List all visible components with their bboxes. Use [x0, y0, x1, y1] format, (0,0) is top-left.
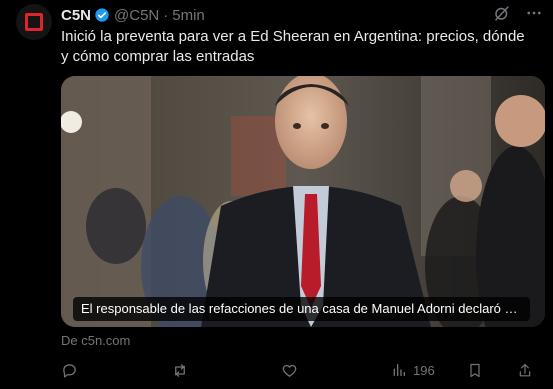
- views-count: 196: [413, 362, 435, 378]
- author-name[interactable]: C5N: [61, 7, 91, 24]
- verified-badge-icon: [94, 7, 110, 23]
- tweet-text: Inició la preventa para ver a Ed Sheeran…: [61, 28, 525, 65]
- tweet-time[interactable]: 5min: [172, 7, 205, 24]
- reply-button[interactable]: [61, 362, 78, 379]
- card-source[interactable]: De c5n.com: [61, 333, 130, 348]
- tweet-header: C5N @C5N · 5min: [61, 5, 533, 25]
- like-button[interactable]: [281, 362, 298, 379]
- link-card[interactable]: El responsable de las refacciones de una…: [61, 76, 545, 327]
- c5n-logo: [25, 13, 43, 31]
- repost-icon: [171, 362, 189, 379]
- heart-icon: [281, 362, 298, 379]
- views-button[interactable]: 196: [391, 362, 435, 378]
- share-icon: [517, 362, 533, 379]
- more-options-icon[interactable]: [525, 4, 543, 22]
- grok-icon[interactable]: [493, 4, 511, 22]
- card-caption: El responsable de las refacciones de una…: [73, 297, 530, 321]
- avatar[interactable]: [16, 4, 52, 40]
- reply-icon: [61, 362, 78, 379]
- separator-dot: ·: [163, 6, 169, 24]
- views-chart-icon: [391, 362, 407, 378]
- share-button[interactable]: [517, 362, 533, 379]
- bookmark-button[interactable]: [467, 362, 483, 379]
- tweet-actions: 196: [61, 359, 541, 381]
- header-actions: [493, 4, 543, 22]
- bookmark-icon: [467, 362, 483, 379]
- card-image: [61, 76, 545, 327]
- repost-button[interactable]: [171, 362, 189, 379]
- author-handle[interactable]: @C5N: [114, 7, 159, 24]
